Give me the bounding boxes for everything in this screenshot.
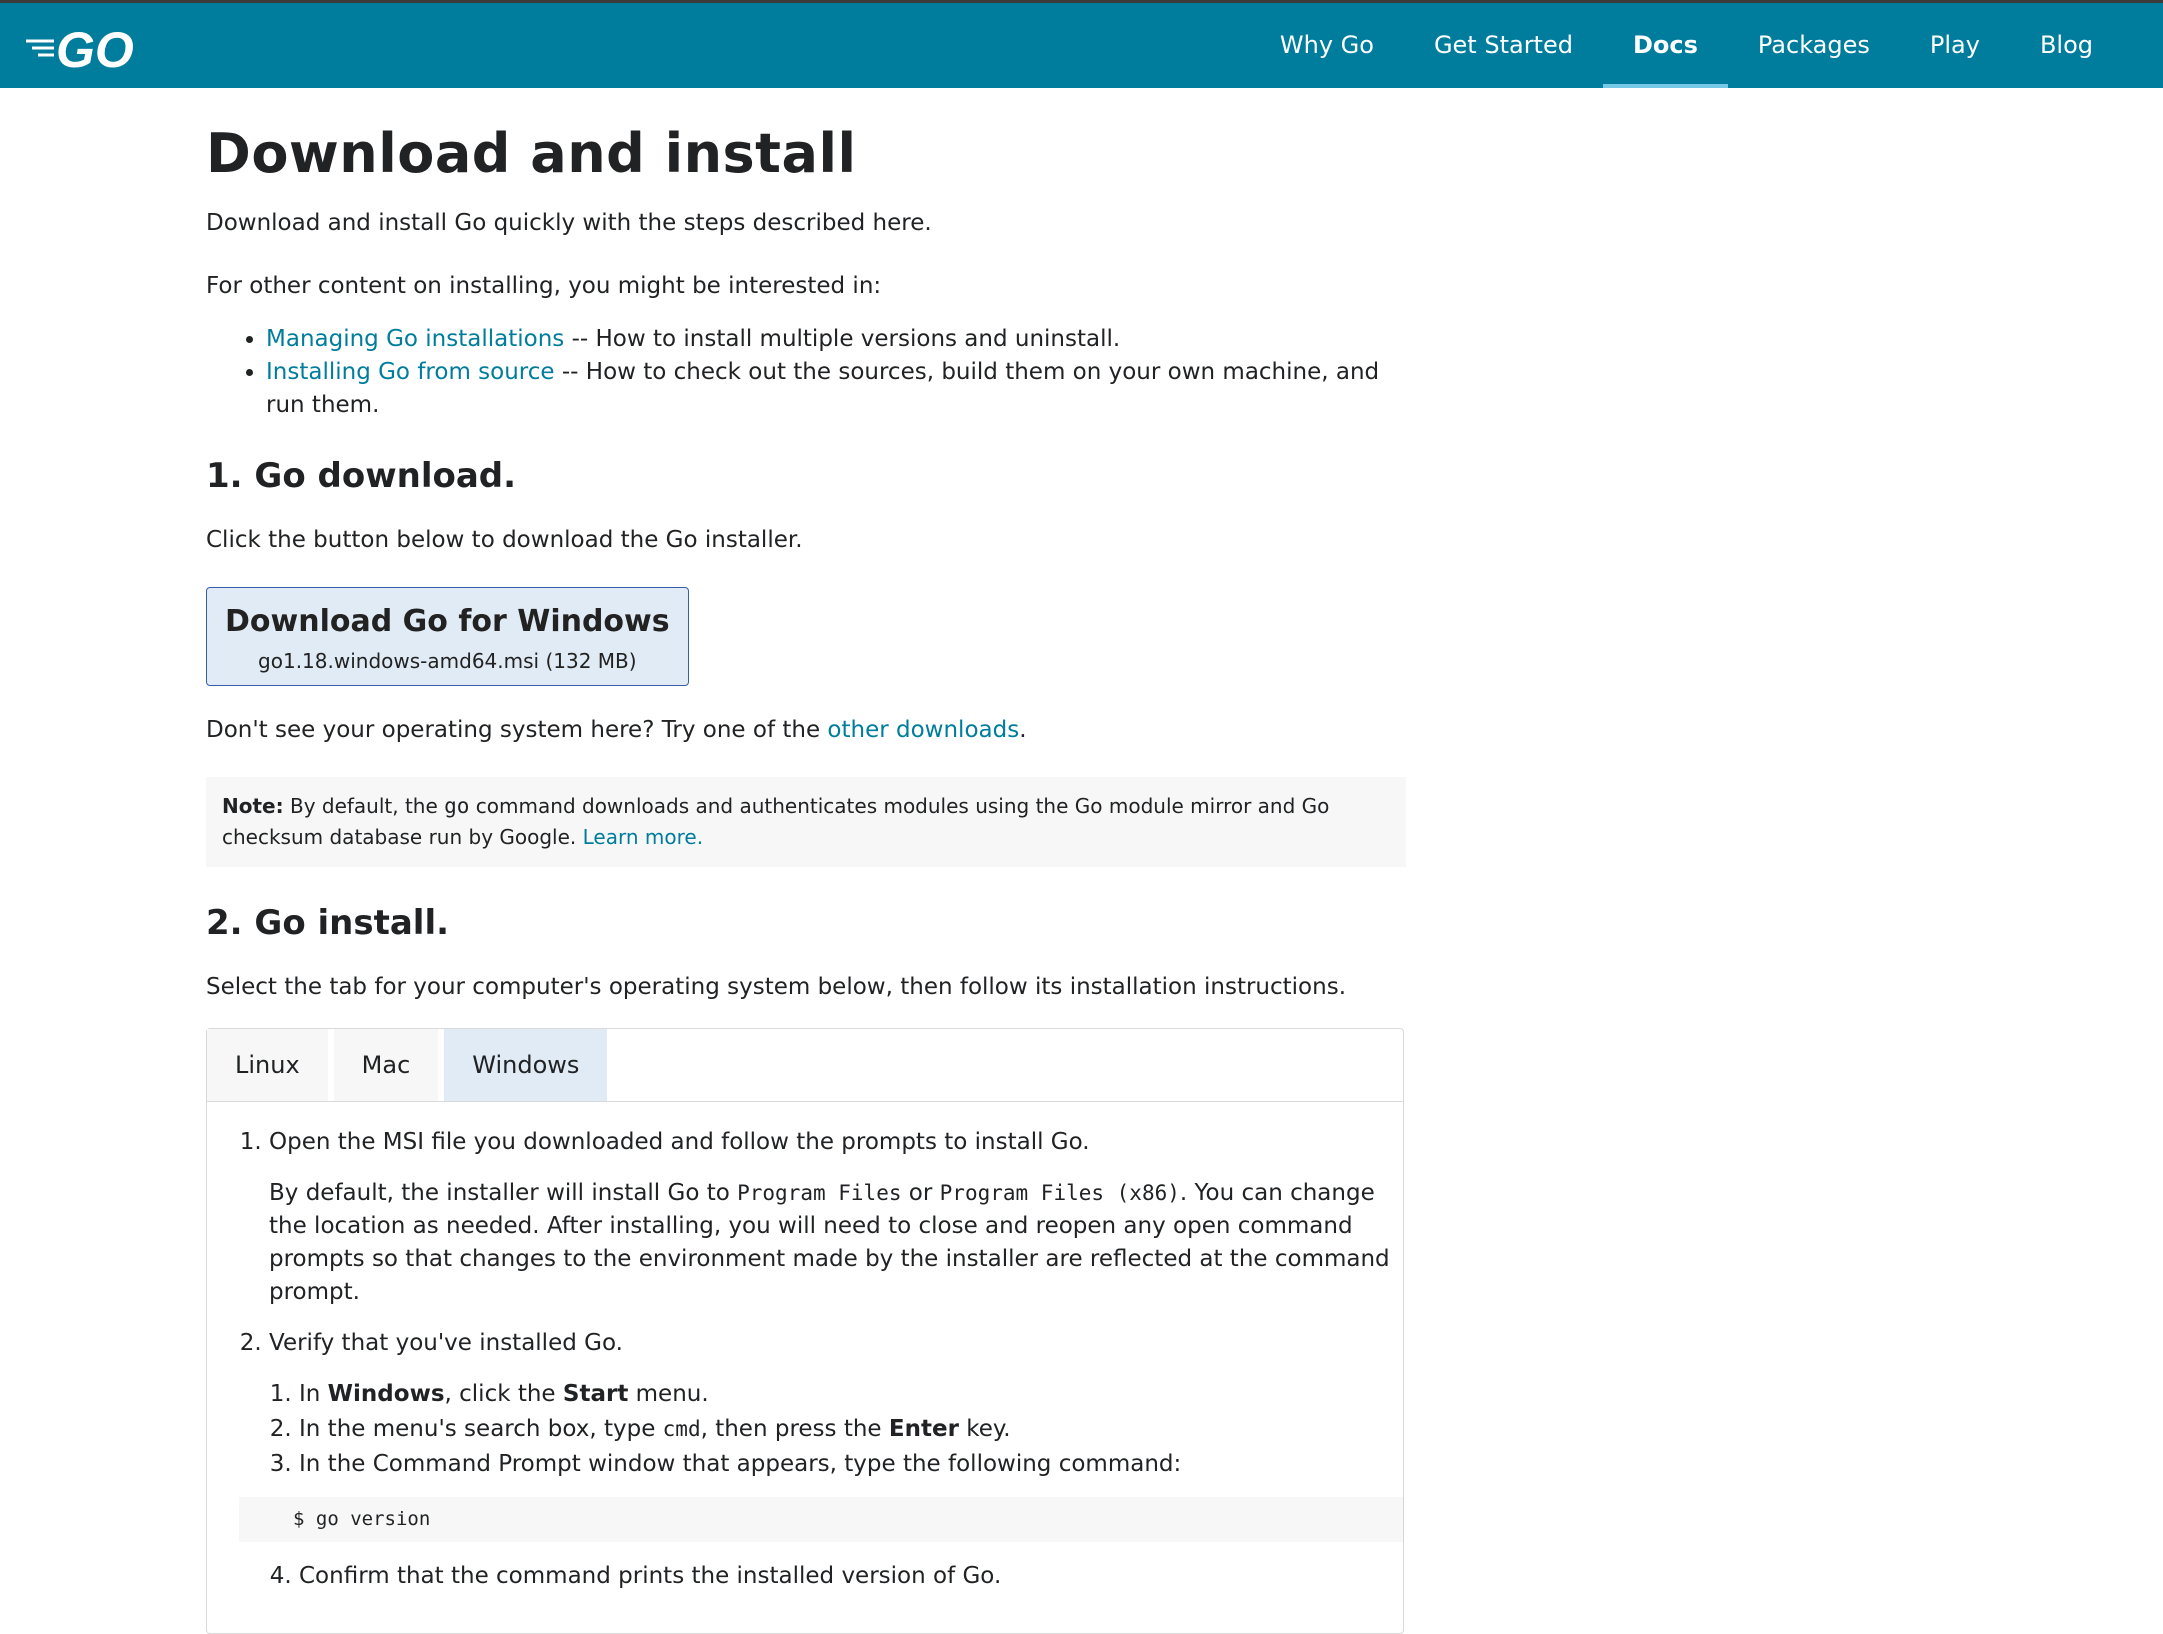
windows-instructions: Open the MSI file you downloaded and fol… [207,1102,1403,1633]
substep-text: , then press the [700,1416,889,1442]
step-text: Open the MSI file you downloaded and fol… [269,1129,1090,1155]
nav-get-started[interactable]: Get Started [1404,3,1603,88]
install-steps: Open the MSI file you downloaded and fol… [239,1126,1403,1593]
note-label: Note: [222,794,284,818]
section-download-heading: 1. Go download. [206,456,517,496]
managing-go-installations-link[interactable]: Managing Go installations [266,326,564,352]
substep-text: In the menu's search box, type [299,1416,663,1442]
substep-text: Confirm that the command prints the inst… [299,1563,1002,1589]
substep-text: menu. [628,1381,709,1407]
nav-why-go[interactable]: Why Go [1250,3,1404,88]
other-downloads-prefix: Don't see your operating system here? Tr… [206,717,828,743]
download-button-title: Download Go for Windows [225,604,670,639]
list-item: Confirm that the command prints the inst… [299,1560,1395,1593]
step-text: Verify that you've installed Go. [269,1330,623,1356]
nav-play[interactable]: Play [1900,3,2010,88]
verify-substeps: In Windows, click the Start menu. In the… [239,1378,1403,1593]
download-button-filename: go1.18.windows-amd64.msi (132 MB) [258,649,637,673]
step-detail-text: By default, the installer will install G… [269,1180,738,1206]
list-item: In the menu's search box, type cmd, then… [299,1413,1395,1446]
substep-bold: Start [562,1381,629,1407]
intro-text: Download and install Go quickly with the… [206,210,932,236]
step-detail-text: or [901,1180,940,1206]
svg-text:GO: GO [56,22,134,75]
list-item: In Windows, click the Start menu. [299,1378,1395,1411]
nav-docs[interactable]: Docs [1602,3,1728,88]
link-description: -- How to install multiple versions and … [564,326,1121,352]
module-mirror-note: Note: By default, the go command downloa… [206,777,1406,867]
list-item: In the Command Prompt window that appear… [239,1448,1403,1542]
list-item: Installing Go from source -- How to chec… [266,356,1406,422]
installing-from-source-link[interactable]: Installing Go from source [266,359,555,385]
main-content: Download and install Download and instal… [206,88,1406,1634]
cmd-code: cmd [662,1417,701,1441]
command-block[interactable]: $ go version [239,1497,1403,1542]
os-tab-bar: Linux Mac Windows [207,1029,1403,1102]
substep-text: In the Command Prompt window that appear… [299,1451,1182,1477]
tab-mac[interactable]: Mac [333,1029,439,1101]
learn-more-link[interactable]: Learn more. [583,825,703,849]
note-code: go [444,794,470,818]
main-nav: Why Go Get Started Docs Packages Play Bl… [1250,3,2123,88]
go-logo[interactable]: GO [24,21,154,75]
substep-text: key. [958,1416,1011,1442]
substep-text: In [299,1381,328,1407]
download-instruction: Click the button below to download the G… [206,527,803,553]
top-navigation-bar: GO Why Go Get Started Docs Packages Play… [0,0,2163,88]
step-detail: By default, the installer will install G… [269,1177,1395,1309]
program-files-x86-code: Program Files (x86) [939,1181,1180,1205]
related-links-list: Managing Go installations -- How to inst… [206,323,1406,422]
install-step: Open the MSI file you downloaded and fol… [269,1126,1395,1309]
other-downloads-link[interactable]: other downloads [827,717,1019,743]
tab-windows[interactable]: Windows [444,1029,608,1101]
substep-text: , click the [444,1381,563,1407]
nav-packages[interactable]: Packages [1728,3,1900,88]
program-files-code: Program Files [737,1181,902,1205]
note-text-pre: By default, the [283,794,445,818]
other-downloads-text: Don't see your operating system here? Tr… [206,714,1406,747]
section-install-heading: 2. Go install. [206,903,450,943]
substep-bold: Enter [888,1416,959,1442]
tab-linux[interactable]: Linux [207,1029,328,1101]
os-tabs: Linux Mac Windows Open the MSI file you … [206,1028,1404,1634]
other-content-text: For other content on installing, you mig… [206,273,882,299]
list-item: Managing Go installations -- How to inst… [266,323,1406,356]
other-downloads-suffix: . [1019,717,1027,743]
substep-bold: Windows [327,1381,445,1407]
install-instruction: Select the tab for your computer's opera… [206,974,1347,1000]
page-title: Download and install [206,122,857,185]
install-step: Verify that you've installed Go. In Wind… [239,1327,1403,1593]
nav-blog[interactable]: Blog [2010,3,2123,88]
download-go-button[interactable]: Download Go for Windows go1.18.windows-a… [206,587,689,686]
